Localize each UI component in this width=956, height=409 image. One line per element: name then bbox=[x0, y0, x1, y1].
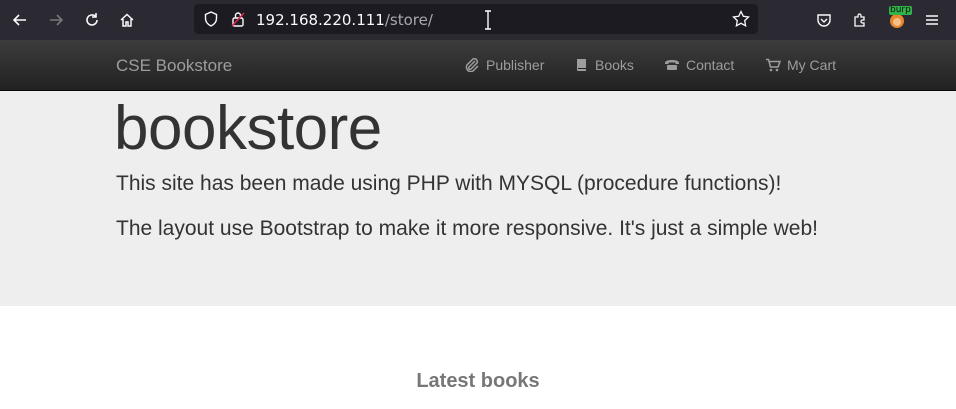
extensions-button[interactable] bbox=[846, 6, 874, 34]
back-button[interactable] bbox=[6, 6, 34, 34]
url-bar[interactable]: 192.168.220.111/store/ bbox=[194, 4, 758, 34]
shield-icon[interactable] bbox=[202, 10, 220, 28]
nav-link-contact[interactable]: Contact bbox=[664, 57, 734, 73]
nav-link-cart[interactable]: My Cart bbox=[765, 57, 836, 73]
browser-toolbar: 192.168.220.111/store/ burp bbox=[0, 0, 956, 40]
site-navbar: CSE Bookstore Publisher Books Contact My… bbox=[0, 40, 956, 91]
intro-line-2: The layout use Bootstrap to make it more… bbox=[116, 217, 818, 240]
latest-books-heading: Latest books bbox=[416, 370, 540, 392]
menu-button[interactable] bbox=[918, 6, 946, 34]
book-icon bbox=[577, 59, 586, 71]
page-title: bookstore bbox=[114, 94, 382, 163]
forward-button[interactable] bbox=[42, 6, 70, 34]
nav-link-books-label: Books bbox=[595, 57, 634, 73]
home-icon bbox=[120, 13, 134, 27]
brand-link[interactable]: CSE Bookstore bbox=[116, 56, 232, 76]
nav-link-publisher-label: Publisher bbox=[486, 57, 545, 73]
puzzle-icon bbox=[854, 13, 865, 27]
nav-link-publisher[interactable]: Publisher bbox=[464, 57, 544, 73]
text-cursor-icon bbox=[484, 10, 492, 35]
url-text[interactable]: 192.168.220.111/store/ bbox=[256, 11, 433, 29]
paperclip-icon bbox=[465, 58, 479, 72]
cart-icon bbox=[766, 58, 781, 72]
nav-link-cart-label: My Cart bbox=[787, 57, 836, 73]
phone-icon bbox=[665, 60, 679, 70]
reload-button[interactable] bbox=[78, 6, 106, 34]
forward-arrow-icon bbox=[50, 14, 64, 26]
url-host: 192.168.220.111 bbox=[256, 11, 385, 29]
nav-link-contact-label: Contact bbox=[686, 57, 735, 73]
bookmark-star-icon[interactable] bbox=[732, 10, 750, 28]
back-arrow-icon bbox=[12, 14, 26, 26]
intro-line-1: This site has been made using PHP with M… bbox=[116, 172, 782, 195]
reload-icon bbox=[86, 13, 98, 26]
burp-badge: burp bbox=[889, 5, 912, 15]
pocket-button[interactable] bbox=[810, 6, 838, 34]
nav-link-books[interactable]: Books bbox=[575, 57, 634, 73]
pocket-icon bbox=[817, 14, 831, 27]
home-button[interactable] bbox=[113, 6, 141, 34]
jumbotron: bookstore This site has been made using … bbox=[0, 91, 956, 306]
insecure-lock-icon[interactable] bbox=[229, 10, 247, 28]
hamburger-menu-icon bbox=[926, 15, 938, 25]
url-path: /store/ bbox=[384, 11, 433, 29]
